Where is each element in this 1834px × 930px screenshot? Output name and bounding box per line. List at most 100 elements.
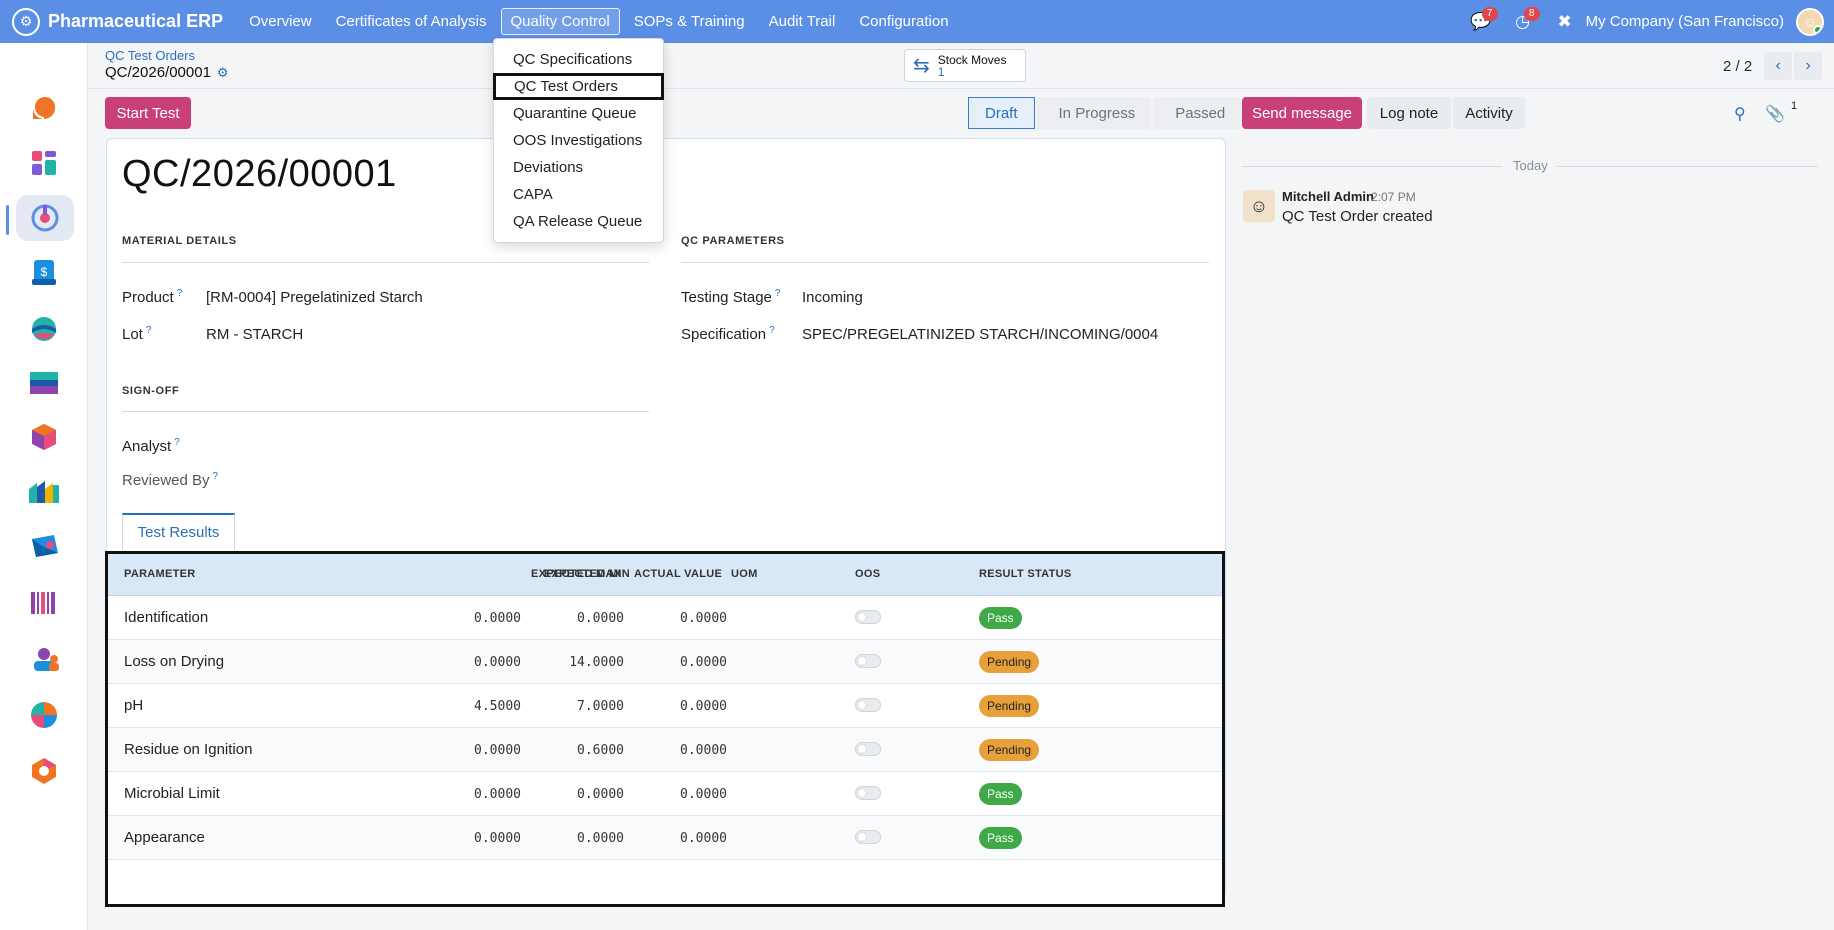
cell-actual-value[interactable]: 0.0000 (637, 831, 727, 846)
help-icon[interactable]: ? (174, 437, 180, 448)
col-uom[interactable]: UOM (731, 568, 758, 580)
sidebar-app-barcode[interactable] (26, 585, 62, 621)
specification-field[interactable]: SPEC/PREGELATINIZED STARCH/INCOMING/0004 (802, 326, 1158, 343)
cell-expected-max[interactable]: 14.0000 (534, 655, 624, 670)
tab-test-results[interactable]: Test Results (122, 513, 235, 550)
cell-parameter[interactable]: Identification (124, 609, 208, 626)
sidebar-app-invoicing[interactable]: $ (26, 255, 62, 291)
table-row[interactable]: Loss on Drying 0.0000 14.0000 0.0000 Pending (108, 640, 1222, 684)
help-icon[interactable]: ? (177, 288, 183, 299)
user-avatar[interactable]: ☺ (1796, 7, 1824, 36)
cell-expected-min[interactable]: 0.0000 (431, 611, 521, 626)
activities-button[interactable]: ◷ 8 (1506, 0, 1540, 43)
sidebar-app-accounting[interactable] (26, 365, 62, 401)
sidebar-app-inventory[interactable] (26, 419, 62, 455)
oos-toggle[interactable] (855, 786, 881, 800)
app-brand[interactable]: ⚙ Pharmaceutical ERP (0, 7, 223, 36)
cell-parameter[interactable]: Loss on Drying (124, 653, 224, 670)
cell-actual-value[interactable]: 0.0000 (637, 787, 727, 802)
sidebar-app-reporting[interactable] (26, 697, 62, 733)
sidebar-app-dashboard[interactable] (26, 145, 62, 181)
menu-configuration[interactable]: Configuration (849, 8, 958, 35)
breadcrumb-parent-link[interactable]: QC Test Orders (105, 48, 195, 63)
menu-item-oos-investigations[interactable]: OOS Investigations (494, 127, 663, 154)
lot-field[interactable]: RM - STARCH (206, 326, 303, 343)
oos-toggle[interactable] (855, 698, 881, 712)
col-oos[interactable]: OOS (855, 568, 880, 580)
message-author[interactable]: Mitchell Admin (1282, 189, 1374, 204)
cell-parameter[interactable]: pH (124, 697, 143, 714)
pager-previous-button[interactable]: ‹ (1764, 52, 1793, 80)
search-messages-icon[interactable]: ⚲ (1734, 104, 1746, 124)
cell-parameter[interactable]: Residue on Ignition (124, 741, 252, 758)
cell-parameter[interactable]: Appearance (124, 829, 205, 846)
menu-certificates-of-analysis[interactable]: Certificates of Analysis (326, 8, 497, 35)
table-row[interactable]: Appearance 0.0000 0.0000 0.0000 Pass (108, 816, 1222, 860)
followers-count[interactable]: 1 (1791, 100, 1797, 112)
sidebar-app-settings[interactable] (26, 753, 62, 789)
stock-moves-button[interactable]: ⇆ Stock Moves 1 (904, 49, 1026, 82)
menu-overview[interactable]: Overview (239, 8, 322, 35)
pager-next-button[interactable]: › (1794, 52, 1823, 80)
debug-tools-button[interactable]: ✖ (1548, 0, 1582, 43)
pager-value[interactable]: 2 / 2 (1723, 58, 1752, 75)
cell-expected-max[interactable]: 0.6000 (534, 743, 624, 758)
product-field[interactable]: [RM-0004] Pregelatinized Starch (206, 289, 423, 306)
cell-actual-value[interactable]: 0.0000 (637, 655, 727, 670)
testing-stage-field[interactable]: Incoming (802, 289, 863, 306)
sidebar-app-employees[interactable] (26, 641, 62, 677)
start-test-button[interactable]: Start Test (105, 97, 191, 129)
table-row[interactable]: Residue on Ignition 0.0000 0.6000 0.0000 Pen… (108, 728, 1222, 772)
sidebar-app-discuss[interactable] (26, 90, 62, 126)
stage-in-progress[interactable]: In Progress (1036, 97, 1152, 129)
cell-expected-max[interactable]: 0.0000 (534, 611, 624, 626)
oos-toggle[interactable] (855, 610, 881, 624)
table-row[interactable]: Microbial Limit 0.0000 0.0000 0.0000 Pass (108, 772, 1222, 816)
sidebar-app-quality[interactable] (16, 195, 74, 241)
menu-item-qa-release-queue[interactable]: QA Release Queue (494, 208, 663, 235)
help-icon[interactable]: ? (146, 325, 152, 336)
oos-toggle[interactable] (855, 830, 881, 844)
oos-toggle[interactable] (855, 654, 881, 668)
cell-expected-min[interactable]: 0.0000 (431, 787, 521, 802)
log-note-button[interactable]: Log note (1367, 97, 1451, 129)
cell-actual-value[interactable]: 0.0000 (637, 699, 727, 714)
message-author-avatar[interactable]: ☺ (1243, 190, 1275, 222)
cell-expected-min[interactable]: 4.5000 (431, 699, 521, 714)
help-icon[interactable]: ? (775, 288, 781, 299)
menu-item-quarantine-queue[interactable]: Quarantine Queue (494, 100, 663, 127)
menu-audit-trail[interactable]: Audit Trail (759, 8, 846, 35)
col-actual-value[interactable]: ACTUAL VALUE (634, 568, 722, 580)
cell-expected-min[interactable]: 0.0000 (431, 743, 521, 758)
messages-button[interactable]: 💬 7 (1464, 0, 1498, 43)
table-row[interactable]: pH 4.5000 7.0000 0.0000 Pending (108, 684, 1222, 728)
cell-expected-max[interactable]: 0.0000 (534, 831, 624, 846)
help-icon[interactable]: ? (769, 325, 775, 336)
col-result-status[interactable]: RESULT STATUS (979, 568, 1072, 580)
cell-parameter[interactable]: Microbial Limit (124, 785, 220, 802)
sidebar-app-purchase[interactable] (26, 529, 62, 565)
cell-expected-max[interactable]: 0.0000 (534, 787, 624, 802)
gear-icon[interactable]: ⚙ (217, 65, 229, 81)
paperclip-icon[interactable]: 📎 (1765, 104, 1785, 124)
cell-actual-value[interactable]: 0.0000 (637, 611, 727, 626)
stage-passed[interactable]: Passed (1153, 97, 1242, 129)
col-parameter[interactable]: PARAMETER (124, 568, 196, 580)
send-message-button[interactable]: Send message (1242, 97, 1362, 129)
cell-actual-value[interactable]: 0.0000 (637, 743, 727, 758)
menu-item-capa[interactable]: CAPA (494, 181, 663, 208)
menu-item-deviations[interactable]: Deviations (494, 154, 663, 181)
menu-quality-control[interactable]: Quality Control (500, 8, 620, 35)
cell-expected-min[interactable]: 0.0000 (431, 831, 521, 846)
cell-expected-max[interactable]: 7.0000 (534, 699, 624, 714)
oos-toggle[interactable] (855, 742, 881, 756)
sidebar-app-website[interactable] (26, 311, 62, 347)
help-icon[interactable]: ? (213, 471, 219, 482)
cell-expected-min[interactable]: 0.0000 (431, 655, 521, 670)
activity-button[interactable]: Activity (1453, 97, 1525, 129)
menu-item-qc-specifications[interactable]: QC Specifications (494, 46, 663, 73)
table-row[interactable]: Identification 0.0000 0.0000 0.0000 Pass (108, 596, 1222, 640)
sidebar-app-manufacturing[interactable] (26, 473, 62, 509)
col-expected-max[interactable]: EXPECTED MAX (531, 568, 621, 580)
menu-item-qc-test-orders[interactable]: QC Test Orders (493, 73, 664, 100)
